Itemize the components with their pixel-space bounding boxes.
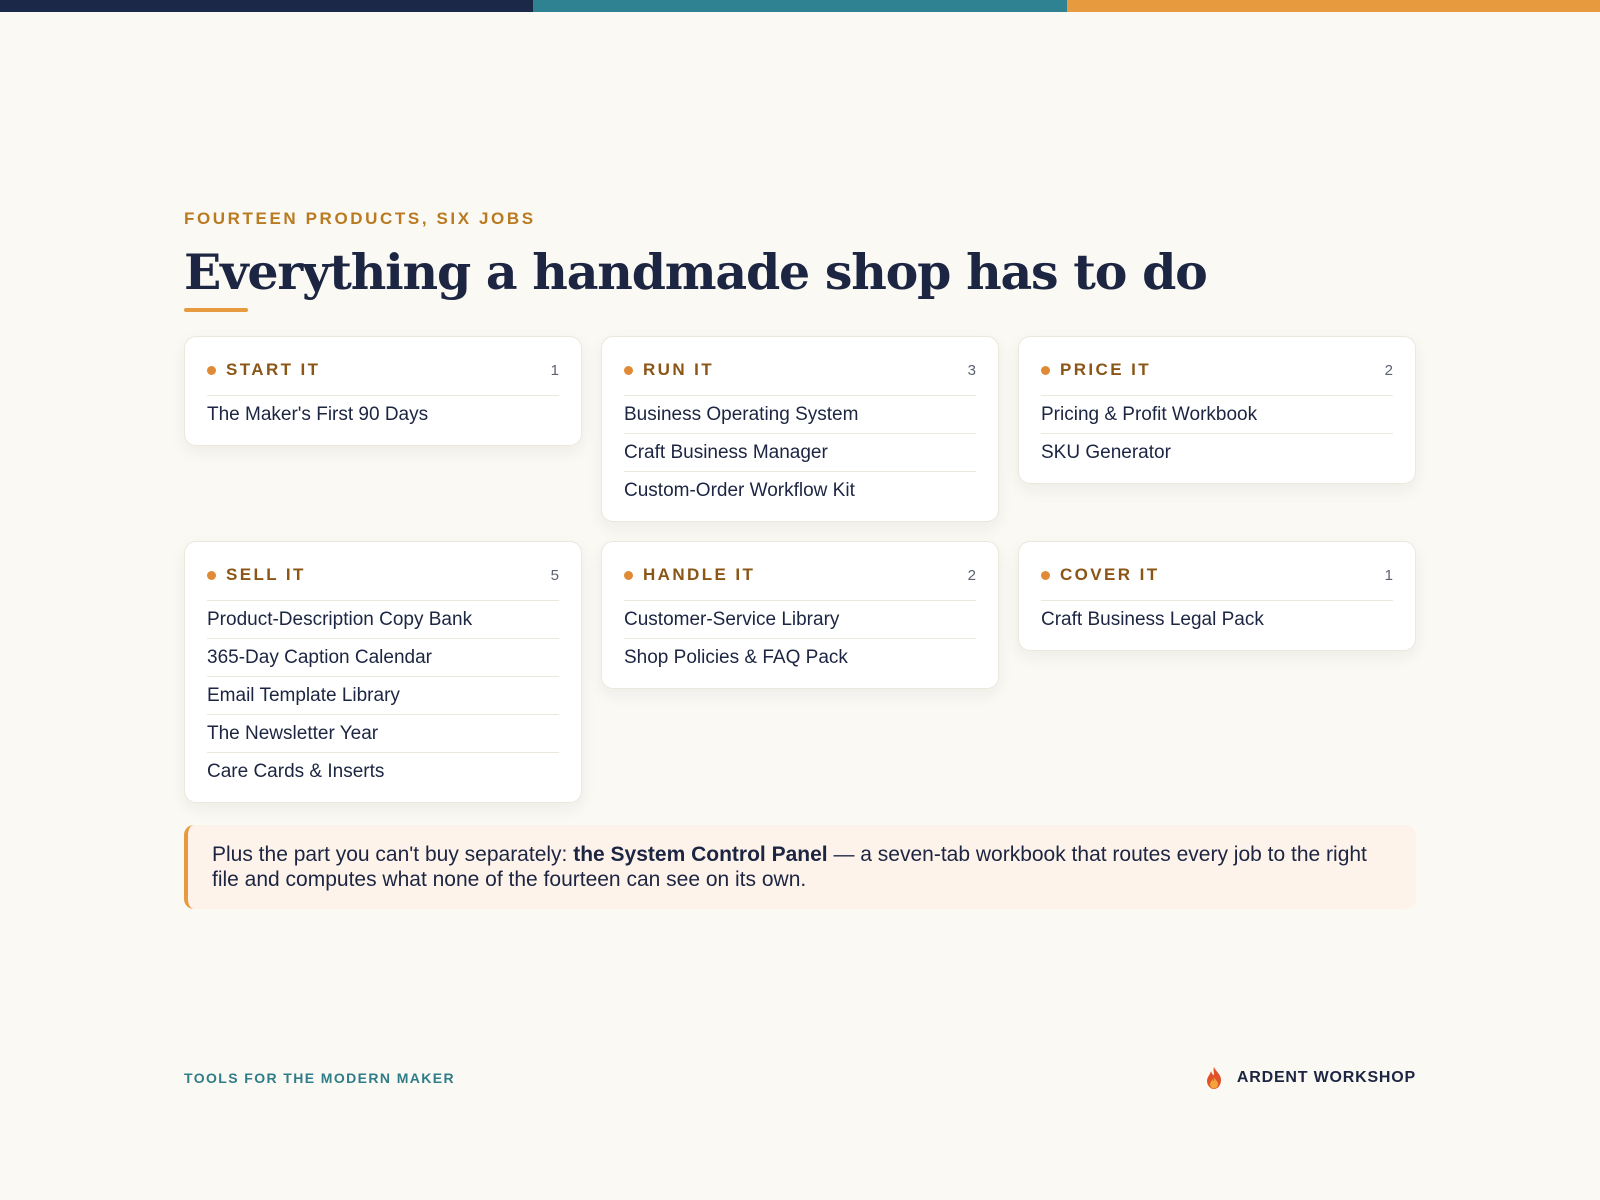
bullet-dot-icon (207, 365, 216, 375)
card-header: START IT 1 (207, 357, 559, 396)
card-count: 2 (967, 566, 976, 584)
card-count: 3 (967, 361, 976, 379)
card-title: HANDLE IT (643, 565, 756, 584)
card-title: SELL IT (226, 565, 306, 584)
eyebrow-label: FOURTEEN PRODUCTS, SIX JOBS (184, 209, 536, 228)
product-item: Craft Business Legal Pack (1041, 609, 1264, 630)
flame-icon (1203, 1066, 1225, 1090)
product-item: Business Operating System (624, 396, 976, 434)
accent-segment-orange (1066, 0, 1600, 12)
card-price-it: PRICE IT 2 Pricing & Profit Workbook SKU… (1018, 336, 1416, 484)
card-count: 1 (1384, 566, 1393, 584)
callout-lead: Plus the part you can't buy separately: (212, 843, 574, 866)
card-header: COVER IT 1 (1041, 562, 1393, 601)
product-item: Care Cards & Inserts (207, 761, 385, 782)
product-item: Email Template Library (207, 677, 559, 715)
page-title: Everything a handmade shop has to do (184, 243, 1208, 301)
bullet-dot-icon (624, 570, 633, 580)
card-header: PRICE IT 2 (1041, 357, 1393, 396)
card-header: RUN IT 3 (624, 357, 976, 396)
callout-emphasis: the System Control Panel (573, 843, 828, 866)
product-item: Customer-Service Library (624, 601, 976, 639)
bullet-dot-icon (1041, 570, 1050, 580)
product-item: Custom-Order Workflow Kit (624, 480, 855, 501)
product-item: 365-Day Caption Calendar (207, 639, 559, 677)
bullet-dot-icon (624, 365, 633, 375)
main-content: FOURTEEN PRODUCTS, SIX JOBS Everything a… (184, 208, 1416, 909)
accent-segment-navy (0, 0, 534, 12)
card-header: SELL IT 5 (207, 562, 559, 601)
footer-tagline: TOOLS FOR THE MODERN MAKER (184, 1070, 456, 1086)
product-item: The Newsletter Year (207, 715, 559, 753)
system-control-panel-callout: Plus the part you can't buy separately: … (184, 825, 1416, 909)
card-title: RUN IT (643, 360, 715, 379)
card-count: 2 (1384, 361, 1393, 379)
card-run-it: RUN IT 3 Business Operating System Craft… (601, 336, 999, 522)
top-accent-bar (0, 0, 1600, 12)
card-sell-it: SELL IT 5 Product-Description Copy Bank … (184, 541, 582, 803)
card-title: START IT (226, 360, 321, 379)
product-item: Shop Policies & FAQ Pack (624, 647, 848, 668)
card-count: 5 (550, 566, 559, 584)
product-item: Craft Business Manager (624, 434, 976, 472)
card-count: 1 (550, 361, 559, 379)
brand-name: ARDENT WORKSHOP (1236, 1069, 1416, 1086)
jobs-grid: START IT 1 The Maker's First 90 Days RUN… (184, 336, 1416, 803)
card-cover-it: COVER IT 1 Craft Business Legal Pack (1018, 541, 1416, 651)
card-start-it: START IT 1 The Maker's First 90 Days (184, 336, 582, 446)
card-handle-it: HANDLE IT 2 Customer-Service Library Sho… (601, 541, 999, 689)
bullet-dot-icon (1041, 365, 1050, 375)
card-title: PRICE IT (1060, 360, 1151, 379)
bullet-dot-icon (207, 570, 216, 580)
product-item: SKU Generator (1041, 442, 1171, 463)
card-header: HANDLE IT 2 (624, 562, 976, 601)
card-title: COVER IT (1060, 565, 1160, 584)
accent-segment-teal (533, 0, 1067, 12)
product-item: The Maker's First 90 Days (207, 404, 429, 425)
title-underline (184, 308, 248, 312)
product-item: Product-Description Copy Bank (207, 601, 559, 639)
brand-lockup: ARDENT WORKSHOP (1203, 1066, 1416, 1090)
product-item: Pricing & Profit Workbook (1041, 396, 1393, 434)
